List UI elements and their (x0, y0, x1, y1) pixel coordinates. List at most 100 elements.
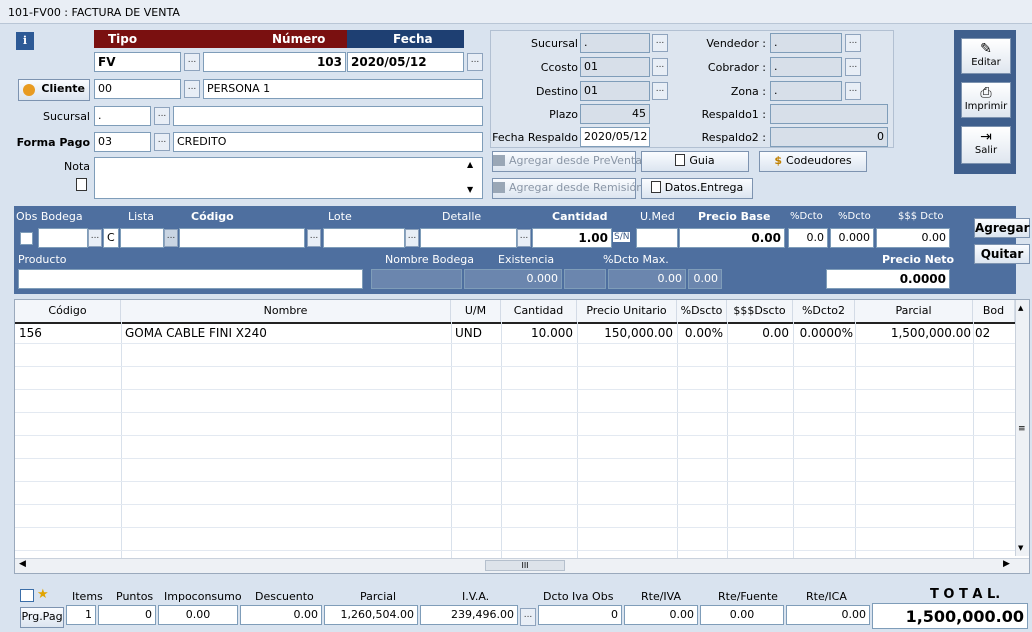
scroll-thumb-grip-icon[interactable]: ≡ (1018, 424, 1026, 434)
scroll-left-arrow-icon[interactable]: ◀ (19, 559, 26, 569)
umed-field[interactable] (636, 228, 678, 248)
numero-field[interactable]: 103 (203, 52, 346, 72)
scroll-up-arrow-icon[interactable]: ▲ (1018, 304, 1023, 312)
lista-code-field[interactable] (120, 228, 164, 248)
vendedor-lookup[interactable]: ... (845, 34, 861, 52)
list-icon[interactable] (20, 589, 34, 602)
dcto2-field[interactable]: 0.000 (830, 228, 874, 248)
info-sucursal-field[interactable]: . (580, 33, 650, 53)
producto-field[interactable] (18, 269, 363, 289)
fecha-field[interactable]: 2020/05/12 (347, 52, 464, 72)
detalle-field[interactable] (420, 228, 517, 248)
sucursal-name-field[interactable] (173, 106, 483, 126)
horizontal-scroll-thumb[interactable]: III (485, 560, 565, 571)
iva-lookup-button[interactable]: ... (520, 608, 536, 626)
cliente-code-field[interactable]: 00 (94, 79, 181, 99)
cliente-lookup-button[interactable]: ... (184, 80, 200, 98)
plazo-field[interactable]: 45 (580, 104, 650, 124)
nota-scroll-down[interactable]: ▼ (467, 185, 473, 194)
datos-entrega-button[interactable]: Datos.Entrega (641, 178, 753, 199)
info-sucursal-lookup[interactable]: ... (652, 34, 668, 52)
forma-pago-name-field[interactable]: CREDITO (173, 132, 483, 152)
info-icon[interactable]: i (16, 32, 34, 50)
destino-lookup[interactable]: ... (652, 82, 668, 100)
nombre-bodega-field[interactable] (371, 269, 462, 289)
rte-ica-field: 0.00 (786, 605, 870, 625)
rte-ica-label: Rte/ICA (806, 590, 847, 603)
prg-pag-button[interactable]: Prg.Pag (20, 607, 64, 628)
ccosto-field[interactable]: 01 (580, 57, 650, 77)
forma-pago-lookup-button[interactable]: ... (154, 133, 170, 151)
sn-toggle[interactable]: S/N (613, 232, 631, 242)
scroll-down-arrow-icon[interactable]: ▼ (1018, 544, 1023, 552)
codigo-lookup[interactable]: ... (164, 229, 178, 247)
obs-bodega-field[interactable] (38, 228, 88, 248)
fecha-lookup-button[interactable]: ... (467, 53, 483, 71)
cantidad-field[interactable]: 1.00 (532, 228, 612, 248)
sucursal-lookup-button[interactable]: ... (154, 107, 170, 125)
cobrador-field[interactable]: . (770, 57, 842, 77)
fecha-respaldo-field[interactable]: 2020/05/12 (580, 127, 650, 147)
col-bod[interactable]: Bod (973, 300, 1015, 322)
col-codigo[interactable]: Código (15, 300, 121, 322)
note-icon[interactable] (76, 178, 87, 191)
col-dcto2[interactable]: %Dcto2 (793, 300, 855, 322)
col-um[interactable]: U/M (451, 300, 501, 322)
agregar-remision-button[interactable]: Agregar desde Remisión- (492, 178, 647, 199)
col-dscto[interactable]: %Dscto (677, 300, 727, 322)
editar-button[interactable]: ✎ Editar (961, 38, 1011, 74)
imprimir-button[interactable]: ⎙ Imprimir (961, 82, 1011, 118)
col-dscto-money[interactable]: $$$Dscto (727, 300, 793, 322)
respaldo1-field[interactable] (770, 104, 888, 124)
obs-bodega-lookup[interactable]: ... (88, 229, 102, 247)
vendedor-field[interactable]: . (770, 33, 842, 53)
col-cantidad[interactable]: Cantidad (501, 300, 577, 322)
codeudores-button[interactable]: $ Codeudores (759, 151, 867, 172)
quitar-button[interactable]: Quitar (974, 244, 1030, 264)
obs-bodega-checkbox[interactable] (20, 232, 33, 245)
lote-field[interactable] (323, 228, 405, 248)
nota-field[interactable] (94, 157, 483, 199)
dcto-max-field[interactable]: 0.00 (608, 269, 686, 289)
cell-dcto2: 0.0000% (799, 326, 853, 340)
agregar-button[interactable]: Agregar (974, 218, 1030, 238)
guia-button[interactable]: Guia (641, 151, 749, 172)
document-icon (675, 154, 686, 166)
dcto-money-field[interactable]: 0.00 (876, 228, 950, 248)
lote-lookup[interactable]: ... (307, 229, 321, 247)
destino-field[interactable]: 01 (580, 81, 650, 101)
tipo-field[interactable]: FV (94, 52, 181, 72)
nota-scroll-up[interactable]: ▲ (467, 160, 473, 169)
col-nombre[interactable]: Nombre (121, 300, 451, 322)
forma-pago-code-field[interactable]: 03 (94, 132, 151, 152)
window-title: 101-FV00 : FACTURA DE VENTA (0, 0, 1032, 24)
sucursal-code-field[interactable]: . (94, 106, 151, 126)
agregar-preventa-button[interactable]: Agregar desde PreVenta (492, 151, 642, 172)
precio-neto-field[interactable]: 0.0000 (826, 269, 950, 289)
dcto-max2-field[interactable]: 0.00 (688, 269, 722, 289)
salir-button[interactable]: ⇥ Salir (961, 126, 1011, 164)
zona-field[interactable]: . (770, 81, 842, 101)
precio-base-field[interactable]: 0.00 (679, 228, 785, 248)
ccosto-lookup[interactable]: ... (652, 58, 668, 76)
detalle2-lookup[interactable]: ... (517, 229, 531, 247)
col-precio-unitario[interactable]: Precio Unitario (577, 300, 677, 322)
star-icon[interactable]: ★ (37, 587, 49, 602)
cliente-button[interactable]: Cliente (18, 79, 90, 101)
detalle-lookup[interactable]: ... (405, 229, 419, 247)
zona-lookup[interactable]: ... (845, 82, 861, 100)
scroll-right-arrow-icon[interactable]: ▶ (1003, 559, 1010, 569)
col-parcial[interactable]: Parcial (855, 300, 973, 322)
cobrador-lookup[interactable]: ... (845, 58, 861, 76)
dcto1-field[interactable]: 0.0 (788, 228, 828, 248)
forma-pago-label: Forma Pago (16, 136, 90, 149)
respaldo2-field[interactable]: 0 (770, 127, 888, 147)
existencia-aux-field[interactable] (564, 269, 606, 289)
tipo-lookup-button[interactable]: ... (184, 53, 200, 71)
codigo-field[interactable] (179, 228, 305, 248)
existencia-field[interactable]: 0.000 (464, 269, 562, 289)
lista-field[interactable]: C (103, 228, 119, 248)
dcto1-label: %Dcto (790, 211, 823, 222)
descuento-field: 0.00 (240, 605, 322, 625)
cliente-name-field[interactable]: PERSONA 1 (203, 79, 483, 99)
